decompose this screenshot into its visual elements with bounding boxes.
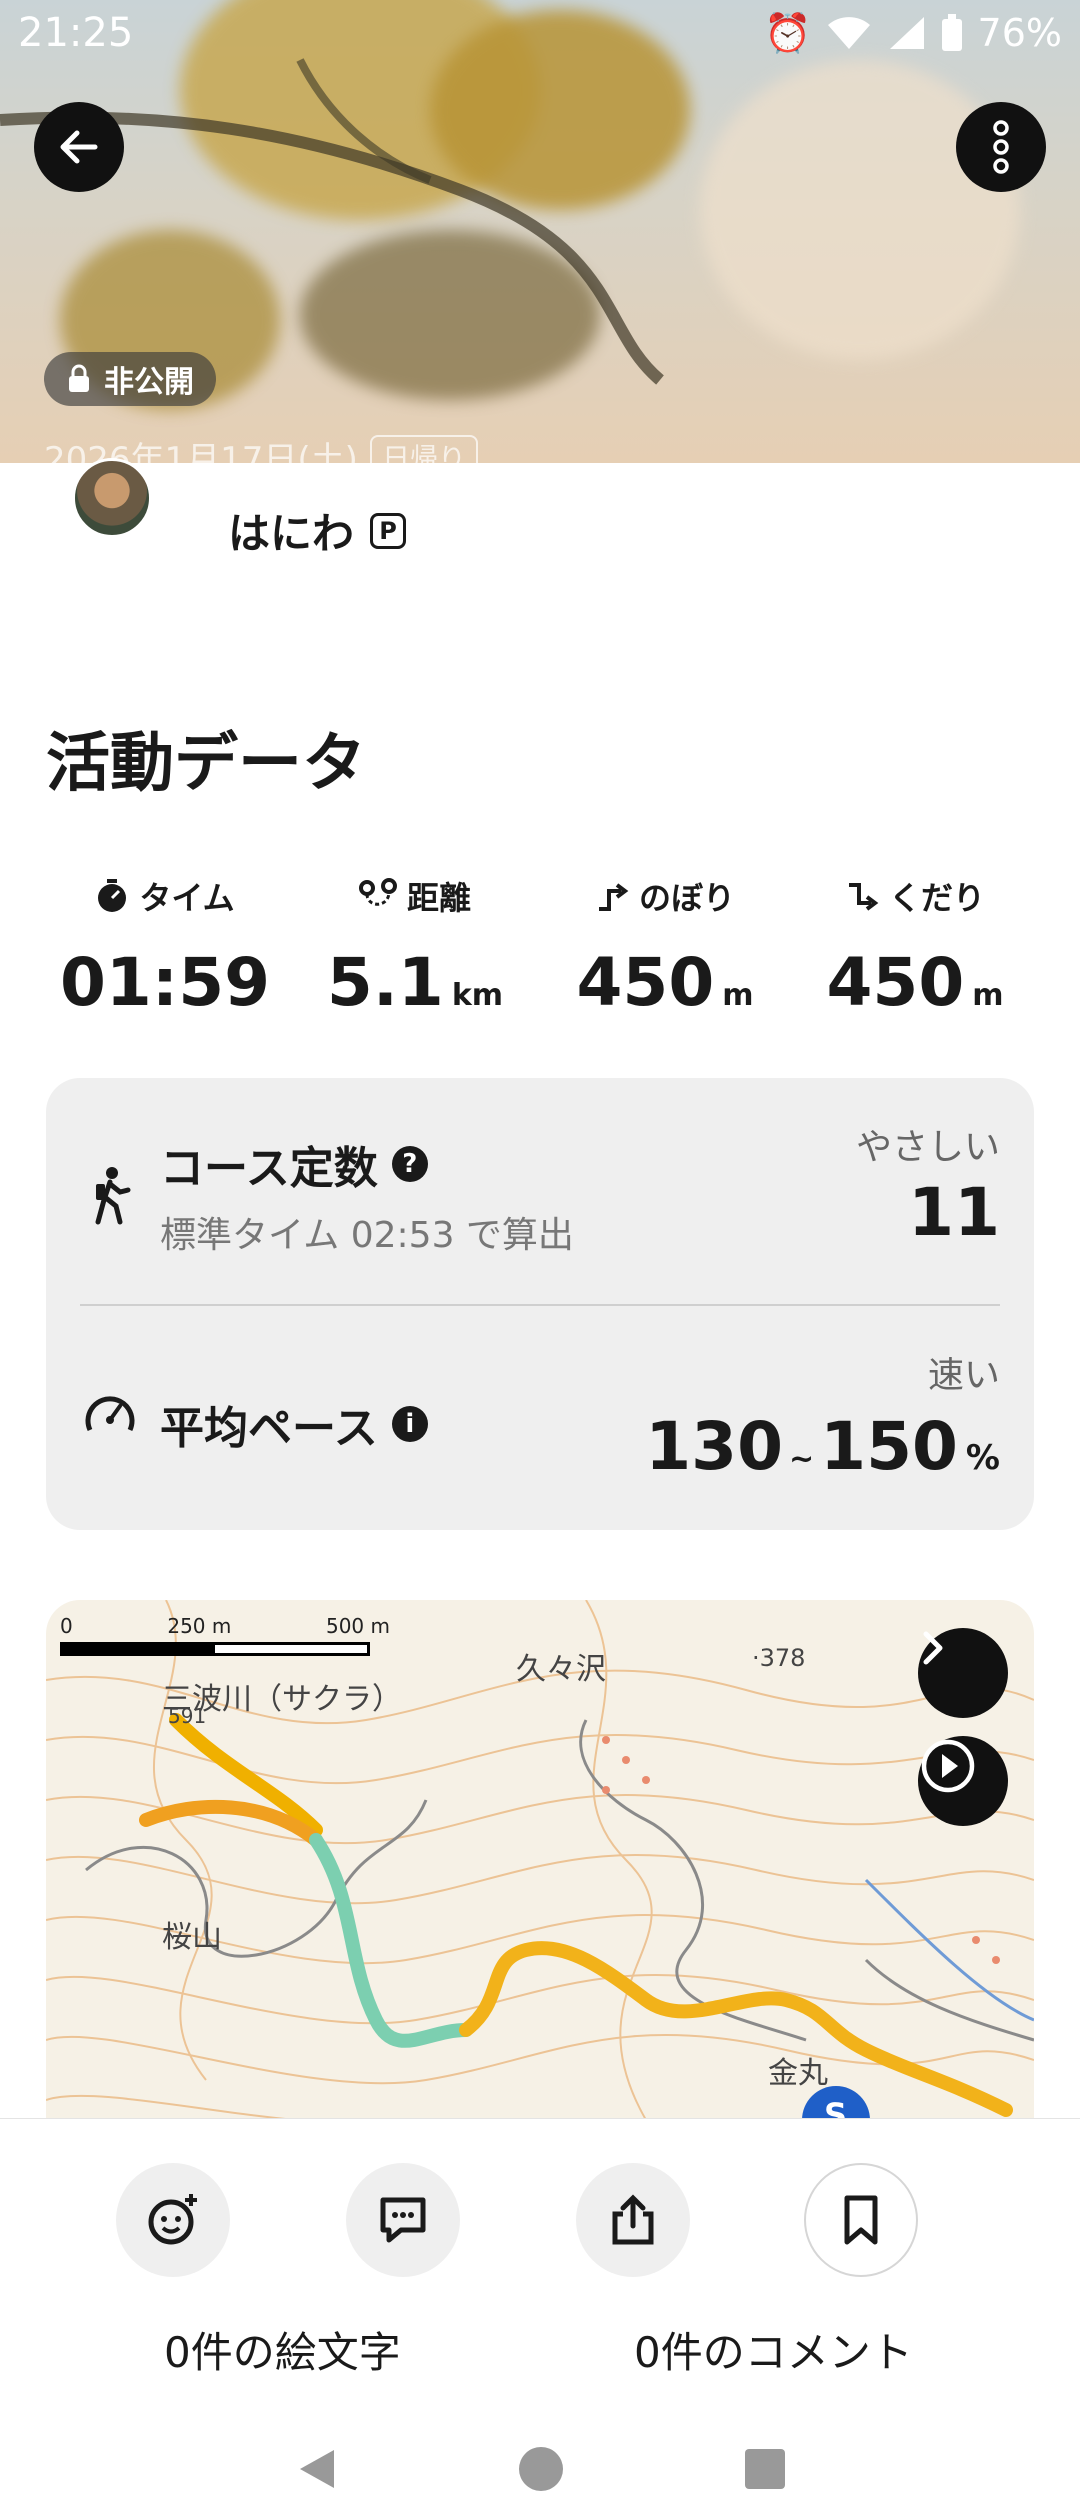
course-title-row[interactable]: コース定数 ?	[160, 1132, 428, 1196]
card-divider	[80, 1304, 1000, 1306]
course-pace-card: コース定数 ? 標準タイム 02:53 で算出 やさしい 11 平均ペース i …	[46, 1078, 1034, 1530]
scale-tick: 500 m	[325, 1614, 390, 1638]
map-open-button[interactable]	[918, 1628, 1008, 1718]
battery-icon	[941, 14, 962, 51]
nav-recents-icon[interactable]	[744, 2448, 786, 2490]
back-button[interactable]	[34, 102, 124, 192]
pace-high: 150	[820, 1408, 958, 1485]
stat-unit: km	[451, 978, 504, 1013]
comment-icon	[380, 2197, 426, 2243]
play-icon	[921, 1739, 975, 1793]
avatar[interactable]	[72, 458, 152, 538]
share-button[interactable]	[576, 2163, 690, 2277]
more-options-button[interactable]	[956, 102, 1046, 192]
pace-title: 平均ペース	[160, 1403, 378, 1454]
status-time: 21:25	[18, 10, 134, 56]
map-label-elevation: ·378	[752, 1644, 806, 1672]
stopwatch-icon	[98, 879, 127, 912]
stat-label: 距離	[406, 879, 471, 917]
stat-value: 450	[826, 944, 965, 1021]
cover-photo: 21:25 ⏰ 76% 非公開 2026年1月17日(土) 日帰り	[0, 0, 1080, 463]
date-text: 2026年1月17日(土)	[44, 440, 358, 463]
pace-unit: %	[965, 1438, 1000, 1478]
speedometer-icon	[85, 1396, 135, 1432]
pace-title-row[interactable]: 平均ペース i	[160, 1392, 428, 1456]
scale-tick: 250 m	[167, 1614, 232, 1638]
lock-icon	[69, 364, 89, 392]
info-icon[interactable]: i	[391, 1406, 428, 1442]
course-difficulty: やさしい	[855, 1127, 1000, 1168]
emoji-add-icon	[148, 2194, 197, 2245]
stat-value: 5.1	[326, 944, 444, 1021]
map-label-elevation2: 591	[168, 1704, 207, 1728]
bookmark-button[interactable]	[804, 2163, 918, 2277]
stats-row: タイム 01:59 距離 5.1 km のぼり 450 m くだり 450 m	[40, 870, 1040, 1021]
user-name-row[interactable]: はにわ P	[228, 500, 407, 561]
stat-label: タイム	[139, 879, 235, 917]
course-title: コース定数	[160, 1143, 378, 1194]
map-label-place4: 金丸	[768, 2056, 828, 2091]
replay-button[interactable]	[918, 1736, 1008, 1826]
stat-value: 450	[576, 944, 715, 1021]
stat-label: くだり	[888, 879, 985, 917]
route-icon	[358, 878, 397, 906]
map-label-place2: 久々沢	[516, 1652, 606, 1687]
privacy-label: 非公開	[104, 365, 194, 400]
signal-icon	[889, 17, 924, 49]
stat-unit: m	[722, 978, 754, 1013]
emoji-count-label[interactable]: 0件の絵文字	[164, 2319, 401, 2380]
course-value: 11	[908, 1174, 1000, 1251]
action-bar: 0件の絵文字 0件のコメント	[0, 2118, 1080, 2418]
day-trip-tag: 日帰り	[369, 434, 478, 463]
map-scale: 0 250 m 500 m	[60, 1614, 400, 1656]
stat-descent: くだり 450 m	[790, 870, 1040, 1021]
comment-button[interactable]	[346, 2163, 460, 2277]
status-bar: 21:25 ⏰ 76%	[0, 0, 1080, 66]
stat-time: タイム 01:59	[40, 870, 290, 1021]
add-emoji-button[interactable]	[116, 2163, 230, 2277]
route-map[interactable]: 0 250 m 500 m 三波川（サクラ） 久々沢 桜山 金丸 ·378 59…	[46, 1600, 1034, 2120]
comment-count-label[interactable]: 0件のコメント	[634, 2319, 913, 2380]
nav-back-icon[interactable]	[294, 2446, 338, 2492]
stat-value: 01:59	[59, 944, 271, 1021]
nav-home-icon[interactable]	[518, 2446, 564, 2492]
pace-value: 130 ~150%	[645, 1408, 1000, 1485]
stat-unit: m	[972, 978, 1004, 1013]
descent-icon	[848, 883, 879, 911]
pace-low: 130	[645, 1408, 783, 1485]
battery-percent: 76%	[977, 11, 1062, 55]
stat-ascent: のぼり 450 m	[540, 870, 790, 1021]
ascent-icon	[598, 883, 629, 911]
share-icon	[612, 2194, 654, 2245]
system-nav-bar	[0, 2418, 1080, 2520]
course-subtitle: 標準タイム 02:53 で算出	[160, 1215, 574, 1256]
pace-separator: ~	[789, 1442, 815, 1477]
stat-distance: 距離 5.1 km	[290, 870, 540, 1021]
pace-speed-label: 速い	[927, 1355, 1000, 1396]
scale-bar	[60, 1642, 370, 1656]
premium-badge: P	[370, 512, 407, 549]
hiker-icon	[95, 1167, 131, 1225]
section-title: 活動データ	[46, 727, 366, 801]
alarm-icon: ⏰	[764, 10, 812, 55]
arrow-left-icon	[60, 130, 98, 164]
bookmark-icon	[844, 2195, 878, 2245]
scale-tick: 0	[60, 1614, 73, 1638]
wifi-icon	[827, 17, 870, 49]
more-vertical-icon	[993, 120, 1009, 174]
help-icon[interactable]: ?	[391, 1146, 428, 1182]
user-name: はにわ	[228, 509, 355, 558]
chevron-right-icon	[923, 1631, 943, 1665]
map-label-place3: 桜山	[162, 1920, 222, 1955]
privacy-badge: 非公開	[44, 352, 216, 406]
start-marker-label: S	[824, 2096, 848, 2120]
stat-label: のぼり	[638, 879, 735, 917]
